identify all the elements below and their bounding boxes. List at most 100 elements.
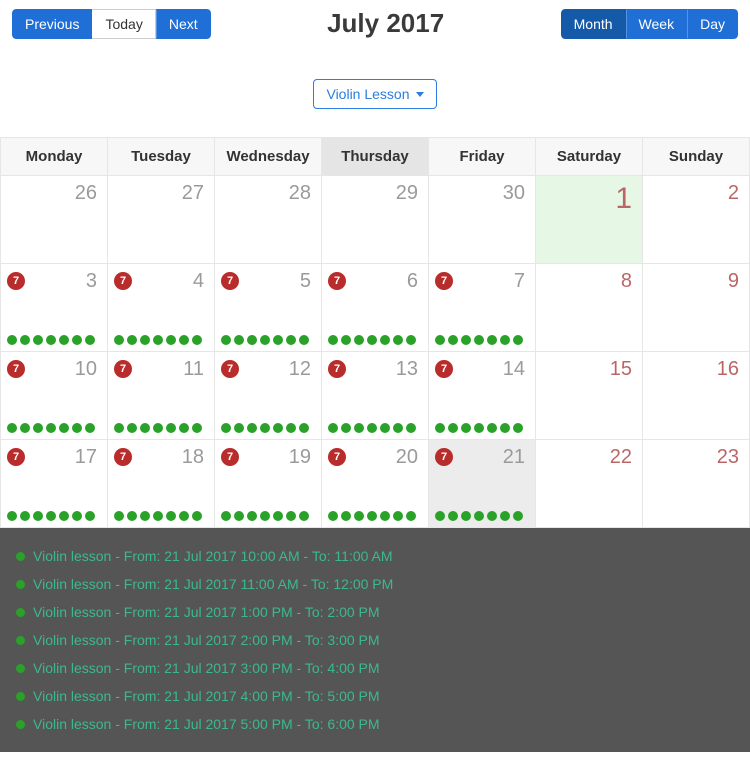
- previous-button[interactable]: Previous: [12, 9, 92, 39]
- day-number: 7: [514, 270, 525, 293]
- day-number: 8: [621, 270, 632, 293]
- event-dots-row: [328, 511, 422, 521]
- calendar-day-cell[interactable]: 147: [429, 352, 536, 440]
- event-label: Violin lesson - From: 21 Jul 2017 2:00 P…: [33, 632, 380, 648]
- event-dot-icon: [140, 423, 150, 433]
- calendar-day-cell[interactable]: 27: [108, 176, 215, 264]
- event-dot-icon: [461, 423, 471, 433]
- event-dot-icon: [367, 511, 377, 521]
- calendar-day-cell[interactable]: 2: [643, 176, 750, 264]
- event-dot-icon: [474, 335, 484, 345]
- calendar-grid: MondayTuesdayWednesdayThursdayFridaySatu…: [0, 137, 750, 528]
- event-dots-row: [328, 423, 422, 433]
- event-dot-icon: [448, 423, 458, 433]
- calendar-day-cell[interactable]: 16: [643, 352, 750, 440]
- calendar-day-cell[interactable]: 77: [429, 264, 536, 352]
- day-number: 20: [396, 446, 418, 469]
- event-dot-icon: [380, 423, 390, 433]
- event-dot-icon: [393, 511, 403, 521]
- next-button[interactable]: Next: [156, 9, 211, 39]
- event-label: Violin lesson - From: 21 Jul 2017 10:00 …: [33, 548, 393, 564]
- calendar-day-cell[interactable]: 137: [322, 352, 429, 440]
- lesson-filter-dropdown[interactable]: Violin Lesson: [313, 79, 436, 109]
- event-dot-icon: [448, 335, 458, 345]
- view-week-button[interactable]: Week: [626, 9, 688, 39]
- event-dot-icon: [59, 335, 69, 345]
- event-dot-icon: [247, 423, 257, 433]
- calendar-day-cell[interactable]: 57: [215, 264, 322, 352]
- event-row[interactable]: Violin lesson - From: 21 Jul 2017 11:00 …: [16, 570, 734, 598]
- event-dot-icon: [20, 511, 30, 521]
- event-dot-icon: [166, 423, 176, 433]
- event-row[interactable]: Violin lesson - From: 21 Jul 2017 5:00 P…: [16, 710, 734, 738]
- event-row[interactable]: Violin lesson - From: 21 Jul 2017 1:00 P…: [16, 598, 734, 626]
- calendar-day-cell[interactable]: 107: [1, 352, 108, 440]
- event-dot-icon: [341, 335, 351, 345]
- event-dot-icon: [273, 511, 283, 521]
- event-dot-icon: [380, 335, 390, 345]
- calendar-day-cell[interactable]: 1: [536, 176, 643, 264]
- event-label: Violin lesson - From: 21 Jul 2017 3:00 P…: [33, 660, 380, 676]
- event-dot-icon: [16, 720, 25, 729]
- calendar-day-cell[interactable]: 29: [322, 176, 429, 264]
- calendar-day-cell[interactable]: 21 7: [429, 440, 536, 528]
- view-month-button[interactable]: Month: [561, 9, 626, 39]
- event-dot-icon: [7, 511, 17, 521]
- calendar-day-cell[interactable]: 207: [322, 440, 429, 528]
- event-dot-icon: [286, 423, 296, 433]
- calendar-day-cell[interactable]: 22: [536, 440, 643, 528]
- calendar-day-cell[interactable]: 117: [108, 352, 215, 440]
- event-dot-icon: [16, 608, 25, 617]
- day-number: 2: [728, 182, 739, 205]
- calendar-day-cell[interactable]: 9: [643, 264, 750, 352]
- event-row[interactable]: Violin lesson - From: 21 Jul 2017 10:00 …: [16, 542, 734, 570]
- day-number: 21: [503, 446, 525, 469]
- event-dot-icon: [299, 335, 309, 345]
- event-dot-icon: [341, 511, 351, 521]
- event-label: Violin lesson - From: 21 Jul 2017 1:00 P…: [33, 604, 380, 620]
- event-dot-icon: [127, 511, 137, 521]
- event-dot-icon: [16, 636, 25, 645]
- day-number: 13: [396, 358, 418, 381]
- event-dot-icon: [114, 511, 124, 521]
- event-dot-icon: [166, 335, 176, 345]
- event-label: Violin lesson - From: 21 Jul 2017 11:00 …: [33, 576, 393, 592]
- today-button[interactable]: Today: [92, 9, 155, 39]
- calendar-day-cell[interactable]: 197: [215, 440, 322, 528]
- event-dot-icon: [487, 335, 497, 345]
- event-count-badge: 7: [435, 448, 453, 466]
- calendar-day-cell[interactable]: 187: [108, 440, 215, 528]
- calendar-day-cell[interactable]: 26: [1, 176, 108, 264]
- calendar-day-cell[interactable]: 47: [108, 264, 215, 352]
- calendar-day-cell[interactable]: 30: [429, 176, 536, 264]
- day-number: 30: [503, 182, 525, 205]
- calendar-day-cell[interactable]: 127: [215, 352, 322, 440]
- event-row[interactable]: Violin lesson - From: 21 Jul 2017 4:00 P…: [16, 682, 734, 710]
- event-dot-icon: [153, 335, 163, 345]
- calendar-day-cell[interactable]: 67: [322, 264, 429, 352]
- event-dot-icon: [46, 511, 56, 521]
- calendar-day-cell[interactable]: 8: [536, 264, 643, 352]
- event-dot-icon: [179, 335, 189, 345]
- event-row[interactable]: Violin lesson - From: 21 Jul 2017 3:00 P…: [16, 654, 734, 682]
- calendar-day-cell[interactable]: 177: [1, 440, 108, 528]
- event-dot-icon: [354, 423, 364, 433]
- event-dot-icon: [33, 423, 43, 433]
- event-row[interactable]: Violin lesson - From: 21 Jul 2017 2:00 P…: [16, 626, 734, 654]
- calendar-day-cell[interactable]: 37: [1, 264, 108, 352]
- event-dot-icon: [114, 423, 124, 433]
- event-dots-row: [114, 511, 208, 521]
- calendar-day-cell[interactable]: 23: [643, 440, 750, 528]
- event-dot-icon: [20, 423, 30, 433]
- event-dot-icon: [85, 511, 95, 521]
- day-number: 10: [75, 358, 97, 381]
- event-dot-icon: [273, 335, 283, 345]
- event-dots-row: [435, 423, 529, 433]
- event-dot-icon: [33, 335, 43, 345]
- view-day-button[interactable]: Day: [687, 9, 738, 39]
- nav-button-group: Previous Today Next: [12, 9, 211, 39]
- event-dot-icon: [234, 335, 244, 345]
- calendar-day-cell[interactable]: 28: [215, 176, 322, 264]
- day-number: 18: [182, 446, 204, 469]
- calendar-day-cell[interactable]: 15: [536, 352, 643, 440]
